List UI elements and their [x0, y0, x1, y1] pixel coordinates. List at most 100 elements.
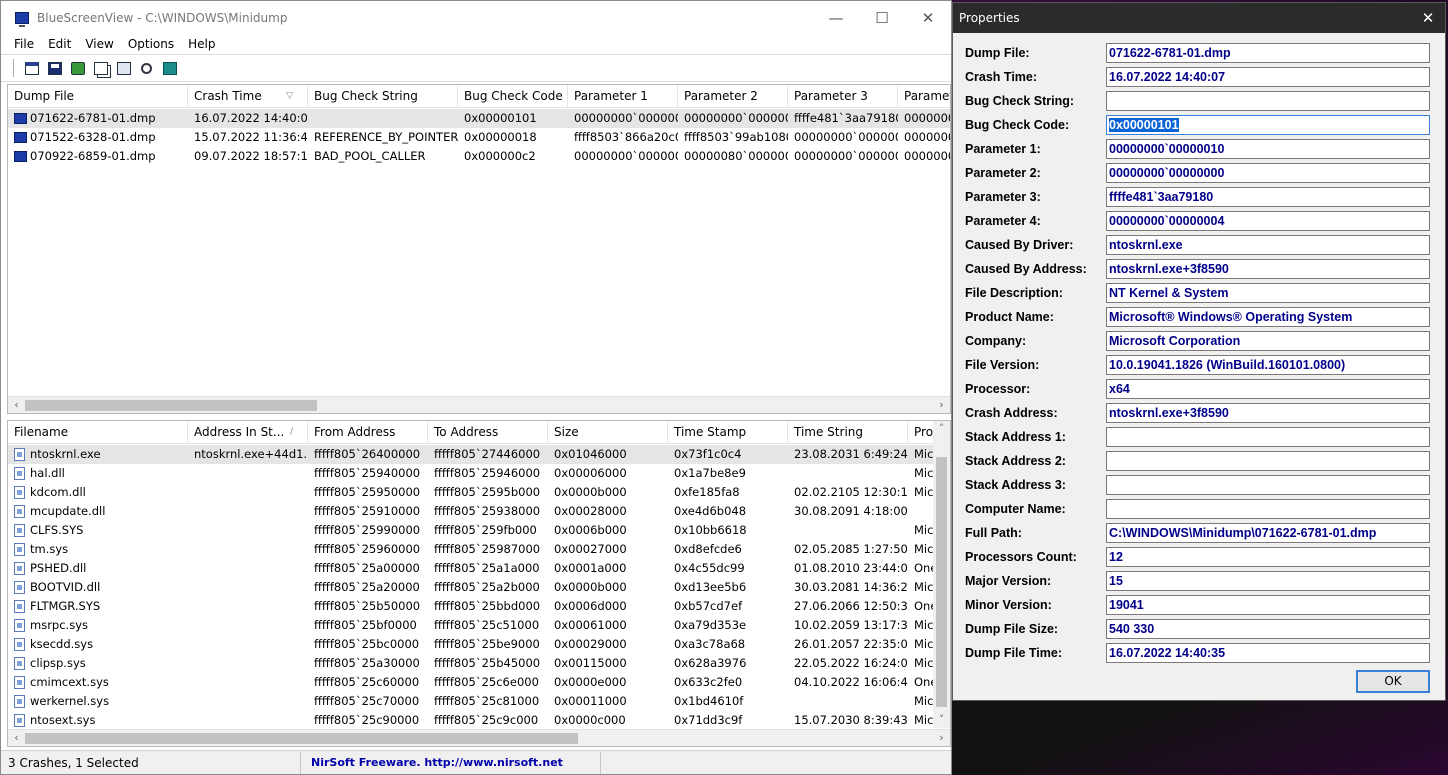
- menu-edit[interactable]: Edit: [41, 37, 78, 51]
- crash-list[interactable]: Dump File Crash Time ▽ Bug Check String B…: [7, 84, 951, 414]
- property-value-field[interactable]: Microsoft Corporation: [1106, 331, 1430, 351]
- crash-row[interactable]: 071522-6328-01.dmp 15.07.2022 11:36:47 REF…: [8, 128, 950, 147]
- scroll-left-icon[interactable]: ‹: [8, 397, 25, 413]
- driver-row[interactable]: FLTMGR.SYS fffff805`25b50000 fffff805`25bb…: [8, 597, 950, 616]
- property-value-field[interactable]: 071622-6781-01.dmp: [1106, 43, 1430, 63]
- driver-row[interactable]: PSHED.dll fffff805`25a00000 fffff805`25a1a…: [8, 559, 950, 578]
- property-value-field[interactable]: ntoskrnl.exe+3f8590: [1106, 259, 1430, 279]
- properties-icon[interactable]: [114, 59, 133, 77]
- save-icon[interactable]: [45, 59, 64, 77]
- property-value-field[interactable]: [1106, 475, 1430, 495]
- property-value-field[interactable]: [1106, 91, 1430, 111]
- property-value-field[interactable]: ntoskrnl.exe+3f8590: [1106, 403, 1430, 423]
- crash-cell: 00000000`000000...: [574, 111, 678, 125]
- driver-row[interactable]: msrpc.sys fffff805`25bf0000 fffff805`25c51…: [8, 616, 950, 635]
- driver-row[interactable]: kdcom.dll fffff805`25950000 fffff805`2595b…: [8, 483, 950, 502]
- column-to-address[interactable]: To Address: [428, 421, 548, 444]
- property-value-field[interactable]: 540 330: [1106, 619, 1430, 639]
- property-value-field[interactable]: 16.07.2022 14:40:07: [1106, 67, 1430, 87]
- menu-file[interactable]: File: [7, 37, 41, 51]
- property-value-field[interactable]: ntoskrnl.exe: [1106, 235, 1430, 255]
- driver-row[interactable]: mcupdate.dll fffff805`25910000 fffff805`25…: [8, 502, 950, 521]
- property-value-field[interactable]: Microsoft® Windows® Operating System: [1106, 307, 1430, 327]
- column-time-string[interactable]: Time String: [788, 421, 908, 444]
- property-value-field[interactable]: 00000000`00000010: [1106, 139, 1430, 159]
- property-value-field[interactable]: 16.07.2022 14:40:35: [1106, 643, 1430, 663]
- crash-cell: 0x00000018: [464, 130, 537, 144]
- driver-row[interactable]: ntoskrnl.exe ntoskrnl.exe+44d1... fffff805…: [8, 445, 950, 464]
- property-label: Parameter 3:: [965, 190, 1041, 204]
- property-value-field[interactable]: [1106, 427, 1430, 447]
- scroll-left-icon[interactable]: ‹: [8, 730, 25, 746]
- refresh-icon[interactable]: [68, 59, 87, 77]
- crash-name-text: 071522-6328-01.dmp: [30, 130, 156, 144]
- menu-options[interactable]: Options: [121, 37, 181, 51]
- title-bar[interactable]: BlueScreenView - C:\WINDOWS\Minidump — ☐…: [1, 1, 951, 34]
- scroll-down-icon[interactable]: ˅: [933, 712, 950, 728]
- driver-list-vscroll[interactable]: ˄ ˅: [933, 421, 950, 728]
- driver-row[interactable]: cmimcext.sys fffff805`25c60000 fffff805`25…: [8, 673, 950, 692]
- scroll-right-icon[interactable]: ›: [933, 730, 950, 746]
- properties-title-bar[interactable]: Properties ✕: [953, 3, 1445, 33]
- property-value-field[interactable]: 19041: [1106, 595, 1430, 615]
- scroll-up-icon[interactable]: ˄: [933, 421, 950, 437]
- driver-row[interactable]: werkernel.sys fffff805`25c70000 fffff805`2…: [8, 692, 950, 711]
- property-value-field[interactable]: C:\WINDOWS\Minidump\071622-6781-01.dmp: [1106, 523, 1430, 543]
- column-bug-check-string[interactable]: Bug Check String: [308, 85, 458, 108]
- column-from-address[interactable]: From Address: [308, 421, 428, 444]
- scroll-right-icon[interactable]: ›: [933, 397, 950, 413]
- scroll-thumb[interactable]: [25, 400, 317, 411]
- copy-icon[interactable]: [91, 59, 110, 77]
- property-value-field[interactable]: [1106, 499, 1430, 519]
- driver-cell: fffff805`25946000: [434, 466, 541, 480]
- crash-list-hscroll[interactable]: ‹ ›: [8, 396, 950, 413]
- column-parameter-3[interactable]: Parameter 3: [788, 85, 898, 108]
- column-crash-time[interactable]: Crash Time ▽: [188, 85, 308, 108]
- column-bug-check-code[interactable]: Bug Check Code: [458, 85, 568, 108]
- property-value-field[interactable]: 15: [1106, 571, 1430, 591]
- driver-list-hscroll[interactable]: ‹ ›: [8, 729, 950, 746]
- column-parameter-4[interactable]: Parameter 4: [898, 85, 950, 108]
- driver-row[interactable]: hal.dll fffff805`25940000 fffff805`2594600…: [8, 464, 950, 483]
- column-parameter-2[interactable]: Parameter 2: [678, 85, 788, 108]
- scroll-thumb[interactable]: [25, 733, 578, 744]
- close-button[interactable]: ✕: [905, 1, 951, 34]
- property-value-field[interactable]: [1106, 451, 1430, 471]
- column-time-stamp[interactable]: Time Stamp: [668, 421, 788, 444]
- column-filename[interactable]: Filename: [8, 421, 188, 444]
- driver-row[interactable]: ntosext.sys fffff805`25c90000 fffff805`25c…: [8, 711, 950, 730]
- menu-help[interactable]: Help: [181, 37, 222, 51]
- ok-button[interactable]: OK: [1356, 670, 1430, 693]
- property-value-field[interactable]: 12: [1106, 547, 1430, 567]
- close-icon[interactable]: ✕: [1411, 3, 1445, 33]
- property-value-field[interactable]: 00000000`00000004: [1106, 211, 1430, 231]
- property-label: Caused By Address:: [965, 262, 1087, 276]
- property-value-field[interactable]: 0x00000101: [1106, 115, 1430, 135]
- property-value-field[interactable]: x64: [1106, 379, 1430, 399]
- column-address-in-stack[interactable]: Address In St... /: [188, 421, 308, 444]
- column-dump-file[interactable]: Dump File: [8, 85, 188, 108]
- driver-row[interactable]: CLFS.SYS fffff805`25990000 fffff805`259fb0…: [8, 521, 950, 540]
- nirsoft-link[interactable]: NirSoft Freeware. http://www.nirsoft.net: [301, 751, 601, 774]
- driver-row[interactable]: clipsp.sys fffff805`25a30000 fffff805`25b4…: [8, 654, 950, 673]
- column-size[interactable]: Size: [548, 421, 668, 444]
- scroll-thumb[interactable]: [936, 457, 947, 707]
- property-value-field[interactable]: 00000000`00000000: [1106, 163, 1430, 183]
- property-value-field[interactable]: NT Kernel & System: [1106, 283, 1430, 303]
- html-report-icon[interactable]: [22, 59, 41, 77]
- driver-list[interactable]: Filename Address In St... / From Address …: [7, 420, 951, 747]
- minimize-button[interactable]: —: [813, 1, 859, 34]
- property-value-field[interactable]: ffffe481`3aa79180: [1106, 187, 1430, 207]
- column-parameter-1[interactable]: Parameter 1: [568, 85, 678, 108]
- driver-row[interactable]: BOOTVID.dll fffff805`25a20000 fffff805`25a…: [8, 578, 950, 597]
- maximize-button[interactable]: ☐: [859, 1, 905, 34]
- find-icon[interactable]: [137, 59, 156, 77]
- crash-row[interactable]: 070922-6859-01.dmp 09.07.2022 18:57:19 BAD…: [8, 147, 950, 166]
- driver-row[interactable]: ksecdd.sys fffff805`25bc0000 fffff805`25be…: [8, 635, 950, 654]
- property-label: Minor Version:: [965, 598, 1052, 612]
- driver-row[interactable]: tm.sys fffff805`25960000 fffff805`25987000…: [8, 540, 950, 559]
- property-value-field[interactable]: 10.0.19041.1826 (WinBuild.160101.0800): [1106, 355, 1430, 375]
- exit-icon[interactable]: [160, 59, 179, 77]
- menu-view[interactable]: View: [78, 37, 120, 51]
- crash-row[interactable]: 071622-6781-01.dmp 16.07.2022 14:40:07 0x0…: [8, 109, 950, 128]
